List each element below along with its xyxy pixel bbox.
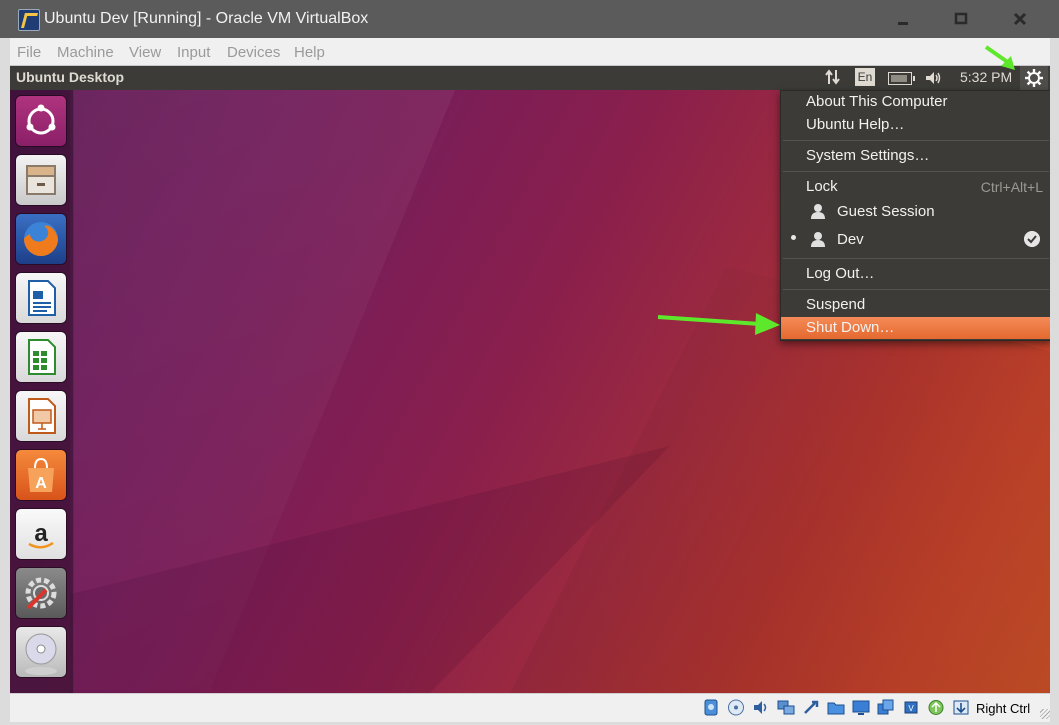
system-settings-icon[interactable] bbox=[16, 568, 66, 618]
annotation-arrow-to-shut-down bbox=[657, 313, 780, 335]
menu-item-about[interactable]: About This Computer bbox=[781, 91, 1050, 113]
amazon-icon[interactable]: a bbox=[16, 509, 66, 559]
maximize-button[interactable] bbox=[946, 8, 976, 30]
system-menu: About This Computer Ubuntu Help… System … bbox=[780, 90, 1050, 341]
network-icon[interactable] bbox=[777, 699, 795, 716]
menu-item-log-out[interactable]: Log Out… bbox=[781, 263, 1050, 285]
menu-devices[interactable]: Devices bbox=[227, 44, 280, 61]
menu-separator bbox=[783, 171, 1049, 172]
menu-item-help[interactable]: Ubuntu Help… bbox=[781, 114, 1050, 136]
menu-item-user-dev[interactable]: Dev bbox=[781, 229, 1050, 251]
usb-icon[interactable] bbox=[802, 699, 820, 716]
host-key-label[interactable]: Right Ctrl bbox=[976, 701, 1030, 716]
optical-drive-icon[interactable] bbox=[727, 699, 745, 716]
close-icon bbox=[1013, 12, 1027, 26]
ubuntu-dash-icon[interactable] bbox=[16, 96, 66, 146]
checkmark-icon bbox=[1024, 231, 1040, 247]
menu-help[interactable]: Help bbox=[294, 44, 325, 61]
gear-icon bbox=[1025, 69, 1043, 87]
impress-icon[interactable] bbox=[16, 391, 66, 441]
window-title: Ubuntu Dev [Running] - Oracle VM Virtual… bbox=[44, 10, 369, 27]
dvd-icon[interactable] bbox=[16, 627, 66, 677]
menu-item-suspend[interactable]: Suspend bbox=[781, 294, 1050, 316]
panel-title: Ubuntu Desktop bbox=[16, 69, 125, 85]
ubuntu-top-panel: Ubuntu Desktop En 5:32 PM bbox=[10, 66, 1050, 90]
annotation-arrow-to-gear bbox=[984, 45, 1015, 70]
menu-input[interactable]: Input bbox=[177, 44, 210, 61]
mouse-integration-icon[interactable] bbox=[927, 699, 945, 716]
menu-separator bbox=[783, 289, 1049, 290]
virtualbox-window: Ubuntu Dev [Running] - Oracle VM Virtual… bbox=[0, 0, 1059, 725]
menu-separator bbox=[783, 140, 1049, 141]
battery-icon[interactable] bbox=[888, 72, 915, 85]
menu-machine[interactable]: Machine bbox=[57, 44, 114, 61]
menu-view[interactable]: View bbox=[129, 44, 161, 61]
hard-disk-icon[interactable] bbox=[702, 699, 720, 716]
menu-bar: File Machine View Input Devices Help bbox=[10, 38, 1050, 66]
firefox-icon[interactable] bbox=[16, 214, 66, 264]
svg-text:A: A bbox=[35, 475, 47, 492]
menu-file[interactable]: File bbox=[17, 44, 41, 61]
video-capture-icon[interactable] bbox=[877, 699, 895, 716]
menu-item-guest-session[interactable]: Guest Session bbox=[781, 201, 1050, 223]
display-icon[interactable] bbox=[852, 699, 870, 716]
writer-icon[interactable] bbox=[16, 273, 66, 323]
status-bar: V Right Ctrl bbox=[10, 693, 1050, 722]
virtualbox-app-icon bbox=[18, 9, 40, 31]
svg-text:V: V bbox=[908, 704, 914, 713]
title-bar: Ubuntu Dev [Running] - Oracle VM Virtual… bbox=[0, 0, 1059, 38]
audio-icon[interactable] bbox=[752, 699, 770, 716]
files-icon[interactable] bbox=[16, 155, 66, 205]
guest-display[interactable]: Ubuntu Desktop En 5:32 PM A a About This… bbox=[10, 66, 1050, 693]
keyboard-layout-indicator[interactable]: En bbox=[855, 68, 875, 86]
system-menu-button[interactable] bbox=[1020, 66, 1048, 90]
software-center-icon[interactable]: A bbox=[16, 450, 66, 500]
network-indicator-icon[interactable] bbox=[824, 68, 842, 89]
menu-item-shut-down[interactable]: Shut Down… bbox=[781, 317, 1050, 339]
menu-separator bbox=[783, 258, 1049, 259]
minimize-icon bbox=[898, 22, 908, 25]
svg-text:a: a bbox=[34, 520, 48, 547]
user-icon bbox=[811, 204, 825, 219]
cpu-virtualization-icon[interactable]: V bbox=[902, 699, 920, 716]
volume-icon[interactable] bbox=[924, 69, 944, 90]
active-session-bullet bbox=[791, 235, 796, 240]
user-icon bbox=[811, 232, 825, 247]
calc-icon[interactable] bbox=[16, 332, 66, 382]
resize-grip[interactable] bbox=[1040, 709, 1050, 719]
close-button[interactable] bbox=[1005, 8, 1035, 30]
menu-item-lock[interactable]: Lock Ctrl+Alt+L bbox=[781, 176, 1050, 198]
unity-launcher: A a bbox=[10, 90, 74, 693]
maximize-icon bbox=[954, 12, 968, 25]
lock-shortcut: Ctrl+Alt+L bbox=[980, 179, 1043, 195]
shared-folders-icon[interactable] bbox=[827, 699, 845, 716]
minimize-button[interactable] bbox=[888, 8, 918, 30]
menu-item-system-settings[interactable]: System Settings… bbox=[781, 145, 1050, 167]
keyboard-capture-icon[interactable] bbox=[952, 699, 970, 716]
